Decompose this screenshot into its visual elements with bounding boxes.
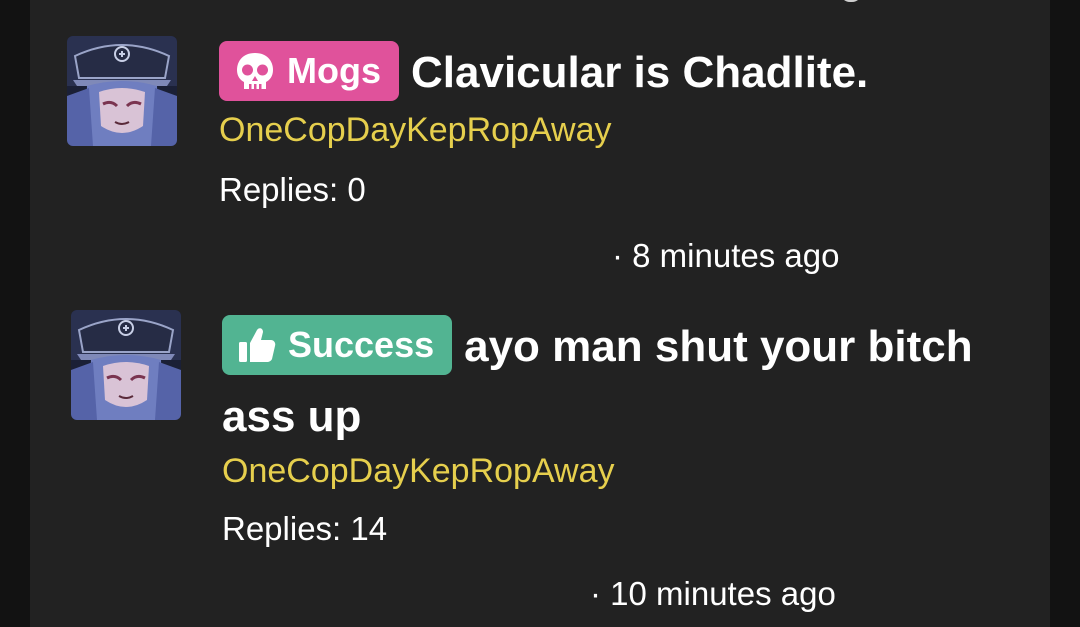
feed-panel: Mogs Clavicular is Chadlite. OneCopDayKe… [30, 0, 1050, 627]
badge-label: Success [288, 324, 435, 366]
flair-badge[interactable]: Mogs [219, 41, 399, 102]
flair-badge[interactable]: Success [222, 315, 453, 376]
post-item[interactable]: Success ayo man shut your bitch ass up O… [30, 290, 1050, 627]
timestamp: · 10 minutes ago [590, 575, 836, 612]
post-item[interactable]: Mogs Clavicular is Chadlite. OneCopDayKe… [30, 0, 1050, 290]
post-title: ayo man shut your bitch [464, 322, 973, 371]
reply-count: Replies: 14 [222, 510, 388, 547]
post-title-line[interactable]: Success ayo man shut your bitch [222, 312, 973, 382]
badge-label: Mogs [287, 50, 381, 92]
skull-icon [233, 49, 277, 93]
thumbs-up-icon [236, 324, 278, 366]
post-title-line[interactable]: Mogs Clavicular is Chadlite. [219, 38, 868, 108]
avatar[interactable] [71, 310, 181, 420]
reply-count: Replies: 0 [219, 171, 366, 208]
post-title: Clavicular is Chadlite. [411, 48, 869, 97]
author-name[interactable]: OneCopDayKepRopAway [219, 111, 612, 150]
author-name[interactable]: OneCopDayKepRopAway [222, 452, 615, 491]
timestamp: · 8 minutes ago [612, 237, 840, 274]
avatar[interactable] [67, 36, 177, 146]
post-title-continued[interactable]: ass up [222, 382, 361, 452]
